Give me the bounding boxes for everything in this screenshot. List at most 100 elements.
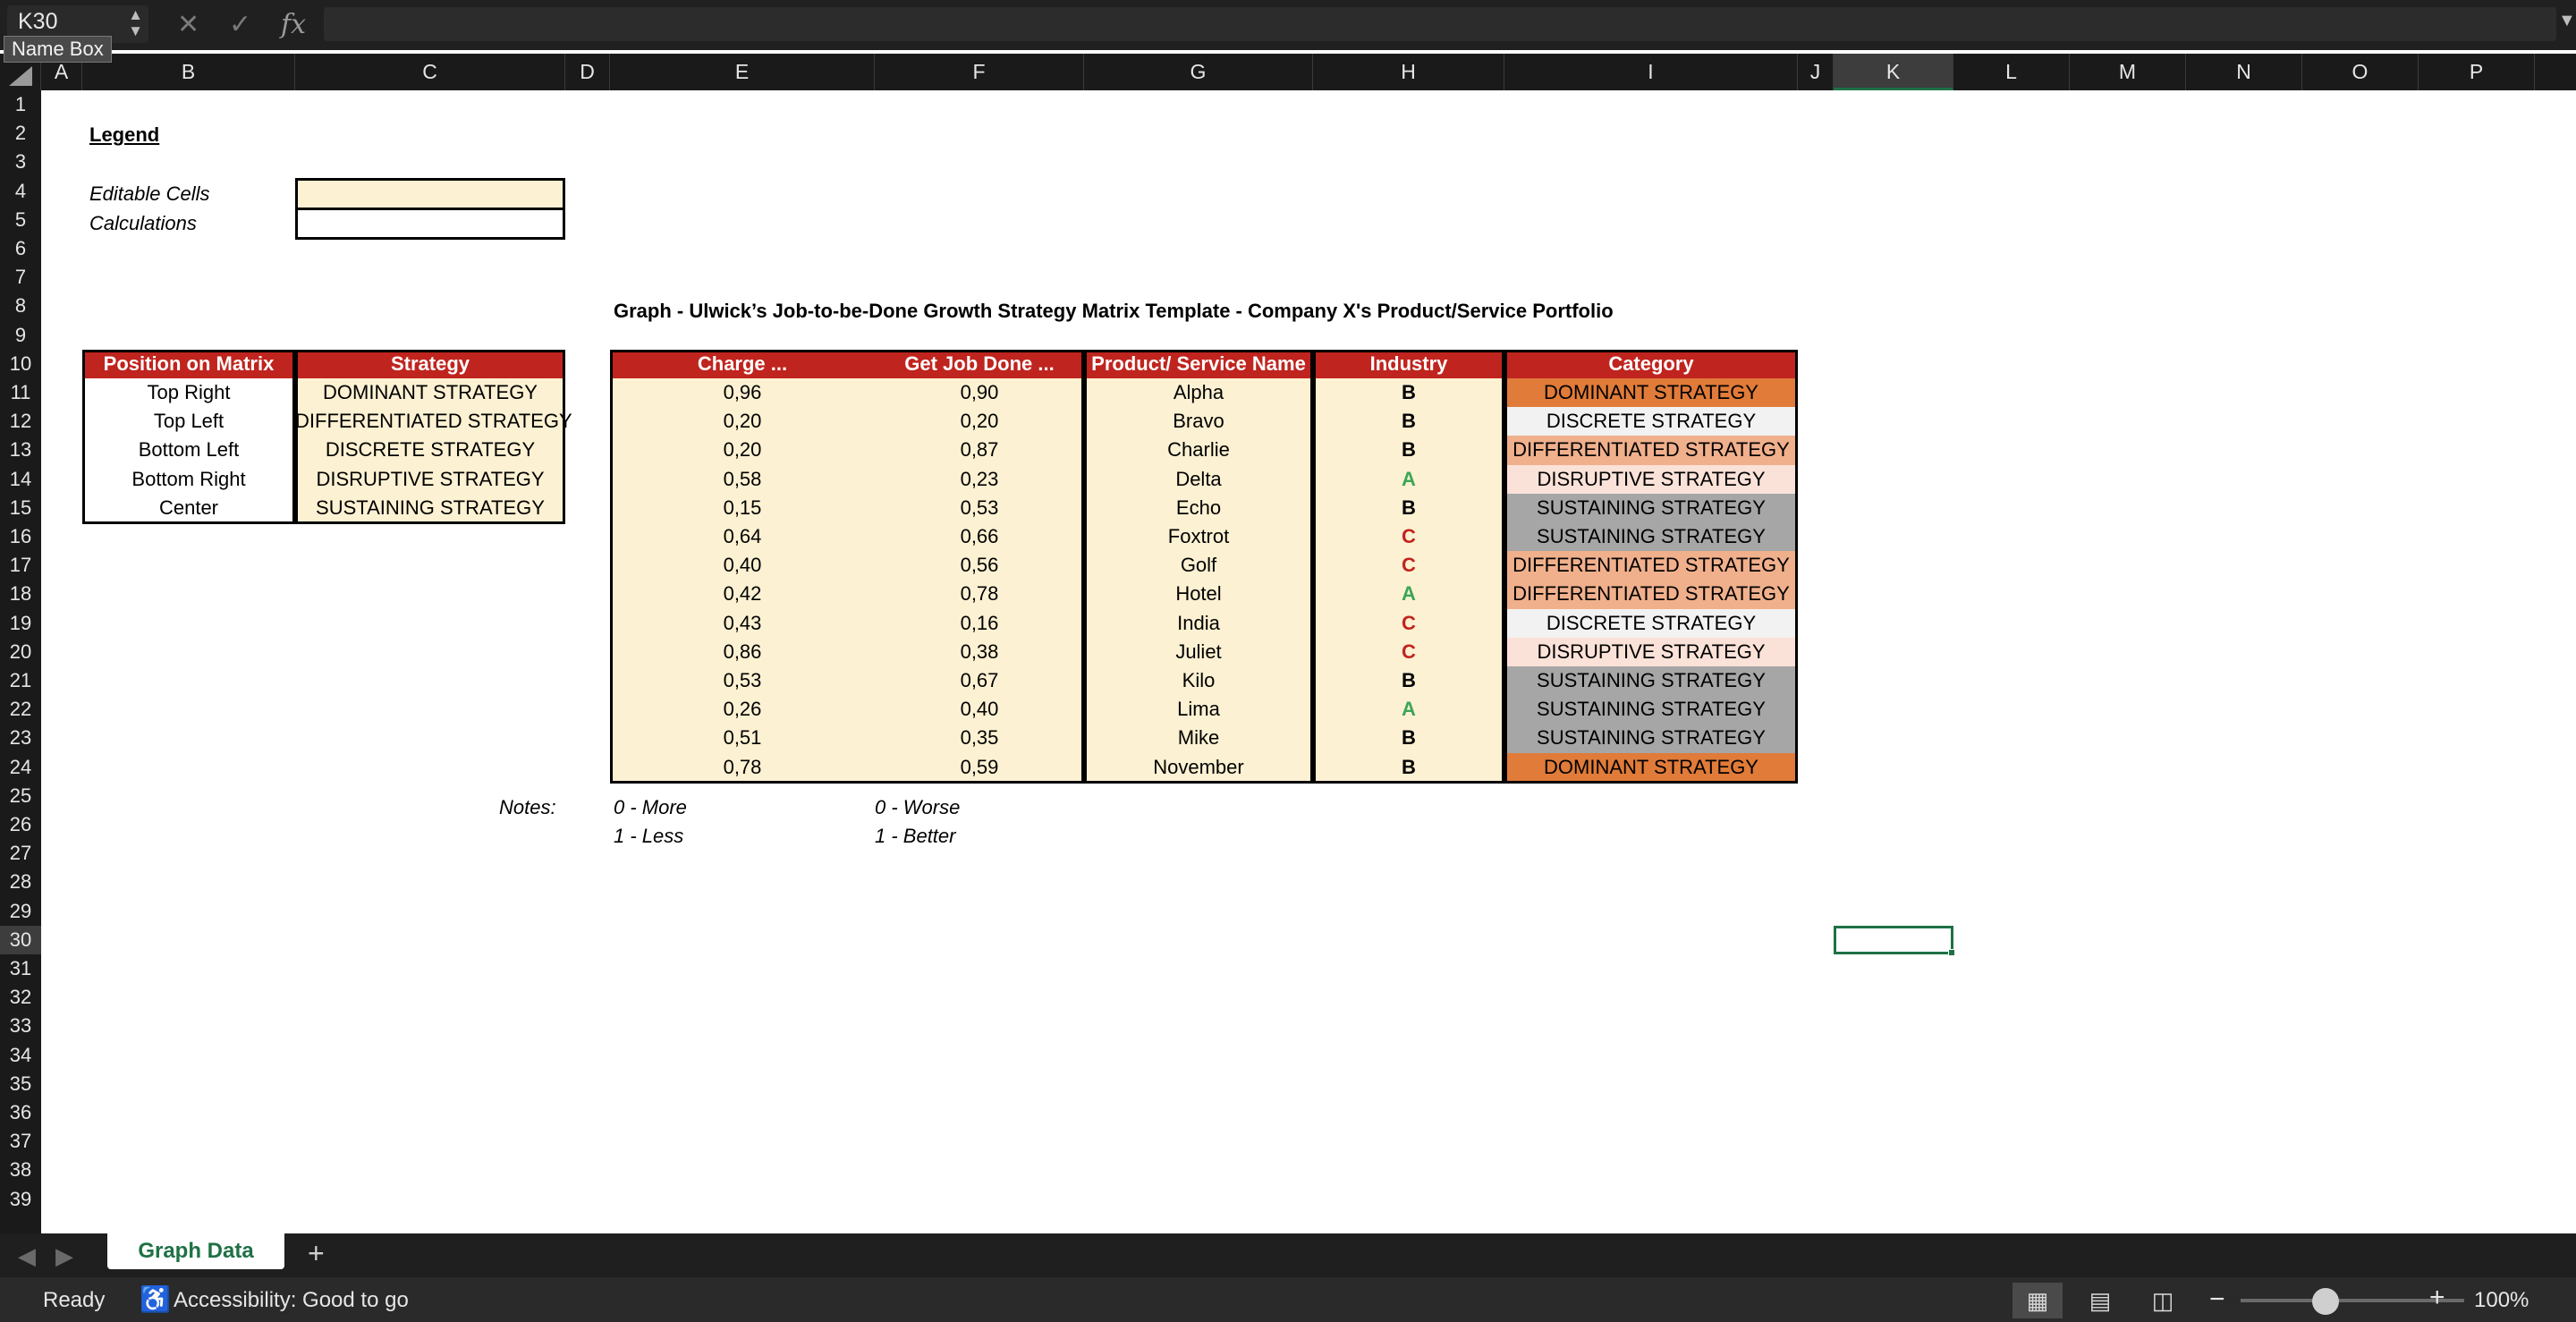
- row-header-11[interactable]: 11: [0, 378, 41, 407]
- row-header-6[interactable]: 6: [0, 234, 41, 263]
- fill-handle[interactable]: [1948, 949, 1955, 956]
- table-border: [610, 349, 1084, 784]
- row-header-32[interactable]: 32: [0, 983, 41, 1012]
- accessibility-status[interactable]: Accessibility: Good to go: [174, 1288, 409, 1313]
- zoom-in-button[interactable]: +: [2429, 1283, 2445, 1313]
- note-charge-0: 0 - More: [614, 796, 687, 818]
- graph-title: Graph - Ulwick’s Job-to-be-Done Growth S…: [614, 300, 1614, 322]
- row-header-25[interactable]: 25: [0, 782, 41, 810]
- column-header-f[interactable]: F: [875, 54, 1084, 90]
- row-header-17[interactable]: 17: [0, 551, 41, 580]
- column-header-b[interactable]: B: [82, 54, 295, 90]
- column-header-k[interactable]: K: [1834, 54, 1953, 90]
- zoom-slider-thumb[interactable]: [2312, 1288, 2339, 1315]
- cancel-icon[interactable]: ✕: [177, 9, 199, 40]
- row-header-21[interactable]: 21: [0, 666, 41, 695]
- sheet-tab-graph-data[interactable]: Graph Data: [107, 1233, 284, 1269]
- column-header-o[interactable]: O: [2302, 54, 2419, 90]
- formula-bar: K30 ▲ ▼ Name Box ✕ ✓ fx ▼: [0, 0, 2576, 63]
- chevron-down-icon[interactable]: ▼: [2558, 11, 2576, 31]
- row-header-19[interactable]: 19: [0, 609, 41, 638]
- row-header-10[interactable]: 10: [0, 350, 41, 378]
- row-header-bar: 1 2 3 4 5 6 7 8 9 10 11 12 13 14 15 16 17 18 19 20 21 22 23 24 2…: [0, 90, 41, 1233]
- tab-scroll-arrows-icon[interactable]: ◀▶: [18, 1242, 93, 1270]
- selected-cell[interactable]: [1834, 925, 1953, 954]
- legend-calculations-swatch[interactable]: [295, 208, 565, 240]
- legend-editable-swatch[interactable]: [295, 178, 565, 210]
- row-header-37[interactable]: 37: [0, 1127, 41, 1156]
- table-border: [1084, 349, 1313, 784]
- row-header-26[interactable]: 26: [0, 810, 41, 839]
- row-header-27[interactable]: 27: [0, 839, 41, 868]
- normal-view-button[interactable]: ▦: [2012, 1283, 2063, 1318]
- page-break-view-button[interactable]: ◫: [2138, 1283, 2188, 1318]
- row-header-34[interactable]: 34: [0, 1041, 41, 1070]
- column-header-n[interactable]: N: [2186, 54, 2302, 90]
- table-border: [82, 349, 295, 524]
- row-header-35[interactable]: 35: [0, 1070, 41, 1098]
- row-header-8[interactable]: 8: [0, 292, 41, 320]
- enter-icon[interactable]: ✓: [229, 9, 251, 40]
- notes-label: Notes:: [499, 796, 556, 818]
- column-header-bar: ABCDEFGHIJKLMNOP: [0, 50, 2576, 90]
- row-header-13[interactable]: 13: [0, 436, 41, 464]
- row-header-29[interactable]: 29: [0, 897, 41, 926]
- accessibility-icon[interactable]: ♿: [140, 1284, 171, 1314]
- column-header-m[interactable]: M: [2070, 54, 2186, 90]
- column-header-l[interactable]: L: [1953, 54, 2070, 90]
- column-header-g[interactable]: G: [1084, 54, 1313, 90]
- formula-input[interactable]: [324, 7, 2556, 41]
- row-header-30[interactable]: 30: [0, 925, 41, 954]
- page-layout-view-button[interactable]: ▤: [2075, 1283, 2125, 1318]
- row-header-28[interactable]: 28: [0, 868, 41, 896]
- legend-calculations-label: Calculations: [89, 212, 197, 234]
- note-job-0: 0 - Worse: [875, 796, 961, 818]
- row-header-22[interactable]: 22: [0, 695, 41, 724]
- add-sheet-button[interactable]: +: [308, 1237, 325, 1270]
- row-header-33[interactable]: 33: [0, 1012, 41, 1040]
- row-header-23[interactable]: 23: [0, 724, 41, 752]
- column-header-c[interactable]: C: [295, 54, 565, 90]
- column-header-e[interactable]: E: [610, 54, 875, 90]
- row-header-18[interactable]: 18: [0, 580, 41, 608]
- row-header-36[interactable]: 36: [0, 1098, 41, 1127]
- row-header-24[interactable]: 24: [0, 753, 41, 782]
- status-ready: Ready: [43, 1288, 106, 1312]
- name-box-tooltip: Name Box: [4, 36, 112, 63]
- row-header-5[interactable]: 5: [0, 206, 41, 234]
- table-border: [1504, 349, 1798, 784]
- row-header-12[interactable]: 12: [0, 407, 41, 436]
- row-header-38[interactable]: 38: [0, 1156, 41, 1184]
- row-header-20[interactable]: 20: [0, 638, 41, 666]
- status-bar: Ready ♿ Accessibility: Good to go ▦ ▤ ◫ …: [0, 1277, 2576, 1322]
- column-header-d[interactable]: D: [565, 54, 610, 90]
- row-header-15[interactable]: 15: [0, 494, 41, 522]
- column-header-i[interactable]: I: [1504, 54, 1798, 90]
- zoom-level[interactable]: 100%: [2474, 1288, 2529, 1313]
- worksheet-grid[interactable]: Legend Editable Cells Calculations Graph…: [41, 90, 2576, 1233]
- row-header-14[interactable]: 14: [0, 465, 41, 494]
- row-header-7[interactable]: 7: [0, 263, 41, 292]
- table-border: [295, 349, 565, 524]
- row-header-4[interactable]: 4: [0, 177, 41, 206]
- legend-title: Legend: [89, 123, 160, 146]
- name-box-value[interactable]: K30: [18, 9, 57, 35]
- row-header-2[interactable]: 2: [0, 119, 41, 148]
- row-header-16[interactable]: 16: [0, 522, 41, 551]
- column-header-p[interactable]: P: [2419, 54, 2535, 90]
- name-box-stepper-icon[interactable]: ▲ ▼: [128, 7, 143, 39]
- legend-editable-label: Editable Cells: [89, 182, 210, 205]
- fx-icon[interactable]: fx: [281, 9, 306, 40]
- select-all-icon[interactable]: [9, 66, 32, 86]
- note-charge-1: 1 - Less: [614, 825, 684, 847]
- row-header-9[interactable]: 9: [0, 321, 41, 350]
- row-header-39[interactable]: 39: [0, 1185, 41, 1214]
- sheet-tab-bar: ◀▶ Graph Data +: [0, 1233, 2576, 1277]
- row-header-1[interactable]: 1: [0, 90, 41, 119]
- zoom-out-button[interactable]: −: [2209, 1284, 2225, 1315]
- row-header-31[interactable]: 31: [0, 954, 41, 983]
- column-header-h[interactable]: H: [1313, 54, 1504, 90]
- row-header-3[interactable]: 3: [0, 148, 41, 176]
- column-header-j[interactable]: J: [1798, 54, 1834, 90]
- note-job-1: 1 - Better: [875, 825, 956, 847]
